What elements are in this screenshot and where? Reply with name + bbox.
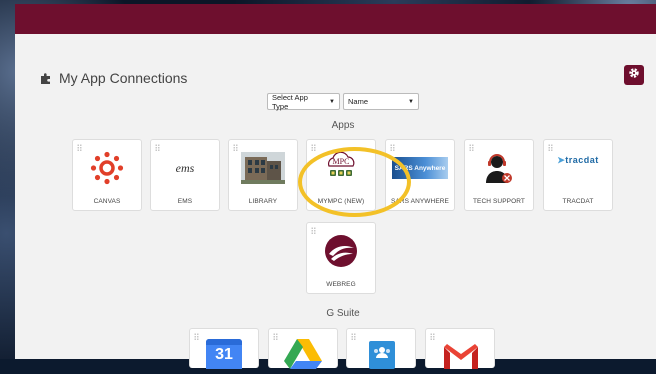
tile-label: TECH SUPPORT: [472, 198, 525, 205]
app-tile-library[interactable]: LIBRARY: [228, 139, 298, 211]
chevron-down-icon: ▼: [329, 98, 335, 105]
app-tile-google-drive[interactable]: [268, 328, 338, 369]
sort-value: Name: [348, 97, 369, 106]
canvas-logo: [73, 146, 141, 190]
settings-button[interactable]: [624, 65, 644, 85]
tech-support-icon: [465, 146, 533, 190]
app-tile-google-calendar[interactable]: 31: [189, 328, 259, 369]
app-tile-canvas[interactable]: CANVAS: [72, 139, 142, 211]
app-portal-panel: My App Connections Select App Type ▼ Nam…: [15, 4, 656, 369]
gear-icon: [628, 66, 640, 84]
app-tile-google-classroom[interactable]: [346, 328, 416, 369]
app-tile-ems[interactable]: ems EMS: [150, 139, 220, 211]
drag-handle[interactable]: [351, 333, 356, 340]
tile-label: WEBREG: [326, 281, 356, 288]
section-title-apps: Apps: [331, 120, 355, 131]
section-title-g-suite: G Suite: [326, 308, 360, 319]
app-type-value: Select App Type: [272, 92, 308, 111]
ems-logo: ems: [175, 160, 195, 175]
chevron-down-icon: ▼: [408, 98, 414, 105]
puzzle-icon: [39, 71, 53, 85]
google-calendar-icon: 31: [206, 339, 242, 369]
google-classroom-icon: [369, 341, 395, 369]
tile-label: LIBRARY: [248, 198, 278, 205]
filter-bar: Select App Type ▼ Name ▼: [267, 92, 419, 111]
annotation-highlight-circle: [298, 147, 411, 217]
drag-handle[interactable]: [273, 333, 278, 340]
webreg-logo: [307, 229, 375, 273]
tracdat-logo: ➤tracdat: [557, 154, 599, 165]
google-drive-icon: [284, 339, 322, 374]
app-tile-webreg[interactable]: WEBREG: [306, 222, 376, 294]
tile-label: CANVAS: [93, 198, 121, 205]
tile-label: TRACDAT: [562, 198, 594, 205]
app-tile-tracdat[interactable]: ➤tracdat TRACDAT: [543, 139, 613, 211]
sort-select[interactable]: Name ▼: [343, 93, 419, 110]
app-tile-gmail[interactable]: [425, 328, 495, 369]
drag-handle[interactable]: [430, 333, 435, 340]
library-photo: [229, 146, 297, 190]
page-heading: My App Connections: [39, 68, 187, 88]
drag-handle[interactable]: [194, 333, 199, 340]
tile-label: EMS: [177, 198, 193, 205]
top-bar: [15, 4, 656, 34]
app-tile-tech-support[interactable]: TECH SUPPORT: [464, 139, 534, 211]
page-title: My App Connections: [59, 70, 188, 86]
app-type-select[interactable]: Select App Type ▼: [267, 92, 340, 111]
